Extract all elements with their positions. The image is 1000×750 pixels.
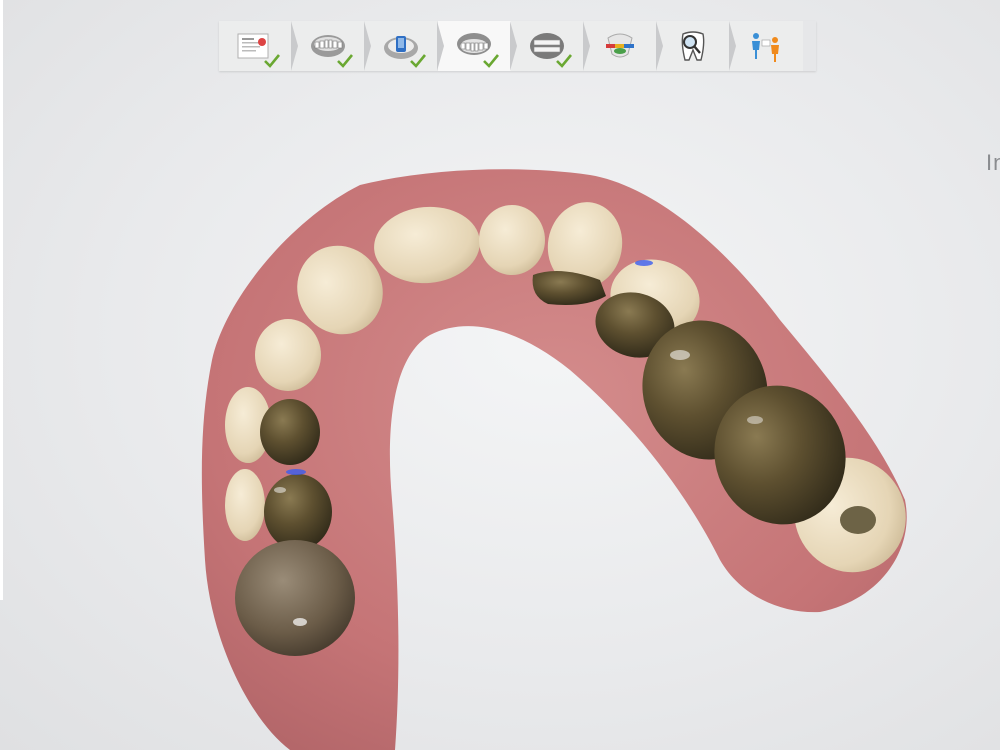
step-lower-jaw[interactable] (438, 21, 517, 71)
step-patient-details[interactable] (219, 21, 298, 71)
step-inspect[interactable] (657, 21, 736, 71)
checkmark-icon (337, 54, 353, 68)
checkmark-icon (264, 54, 280, 68)
checkmark-icon (410, 54, 426, 68)
step-preparation-scan[interactable] (365, 21, 444, 71)
step-bite-registration[interactable] (511, 21, 590, 71)
workflow-toolbar (219, 21, 816, 71)
checkmark-icon (483, 54, 499, 68)
lower-jaw-model[interactable] (201, 169, 927, 750)
checkmark-icon (556, 54, 572, 68)
step-analysis[interactable] (584, 21, 663, 71)
tooth-magnifier-icon (681, 31, 705, 61)
step-send-to-lab[interactable] (730, 21, 803, 71)
scan-3d-viewport[interactable] (0, 75, 1000, 750)
occlusion-analysis-icon (606, 33, 634, 58)
step-upper-jaw[interactable] (292, 21, 371, 71)
send-to-lab-icon (752, 33, 779, 62)
